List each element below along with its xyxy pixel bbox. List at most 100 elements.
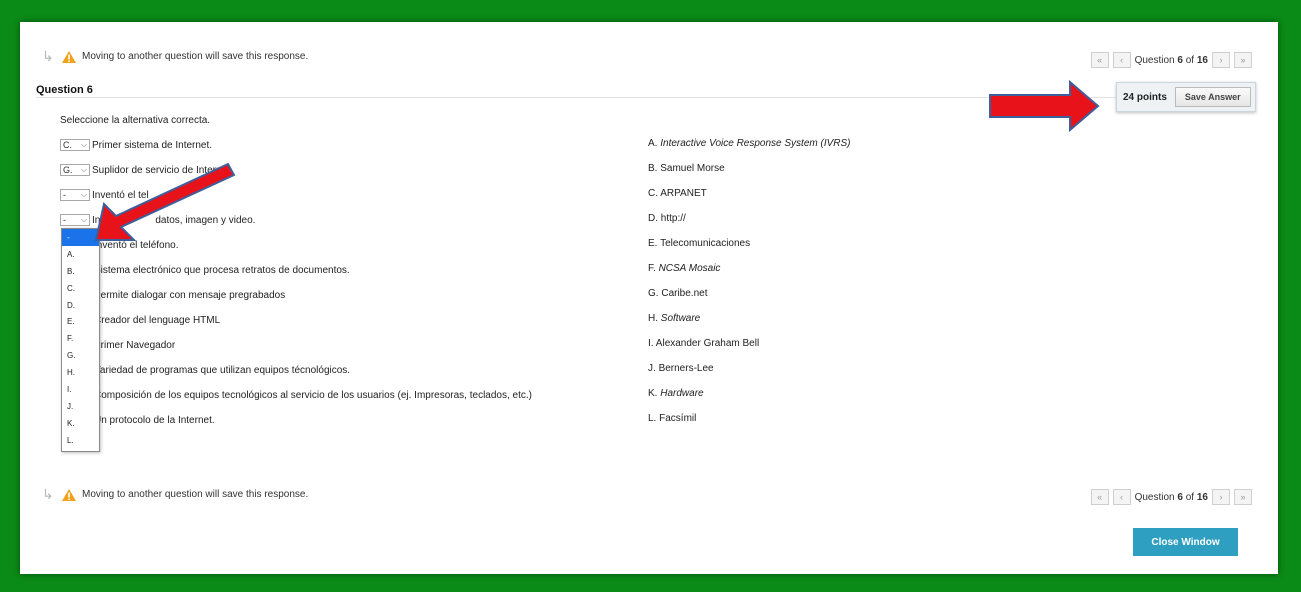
answer-row: L. Facsímil xyxy=(648,413,696,424)
points-label: 24 points xyxy=(1123,91,1167,103)
dropdown-option[interactable]: I. xyxy=(62,381,99,398)
answer-letter: K. xyxy=(648,388,658,399)
prev-question-button[interactable]: ‹ xyxy=(1112,52,1131,68)
prompt-row: - ⌵ Inventó el tel xyxy=(60,188,149,202)
answer-text: Software xyxy=(660,313,701,324)
answer-text: ARPANET xyxy=(660,188,707,199)
answer-text: Samuel Morse xyxy=(660,163,725,174)
warning-triangle-icon xyxy=(62,50,76,63)
answer-letter: A. xyxy=(648,138,658,149)
dropdown-option[interactable]: J. xyxy=(62,398,99,415)
match-select-dropdown[interactable]: - A. B. C. D. E. F. G. H. I. J. K. L. xyxy=(61,228,100,452)
answer-text: Telecomunicaciones xyxy=(660,238,751,249)
answer-text: Interactive Voice Response System (IVRS) xyxy=(660,138,851,149)
question-nav-bottom: « ‹ Question 6 of 16 › » xyxy=(1090,489,1252,505)
answer-row: G. Caribe.net xyxy=(648,288,707,299)
answer-letter: F. xyxy=(648,263,656,274)
dropdown-option[interactable]: C. xyxy=(62,280,99,297)
chevron-down-icon: ⌵ xyxy=(80,140,87,149)
question-counter: Question 6 of 16 xyxy=(1134,54,1208,66)
prev-question-button[interactable]: ‹ xyxy=(1112,489,1131,505)
last-question-button[interactable]: » xyxy=(1234,52,1252,68)
answer-letter: C. xyxy=(648,188,658,199)
close-window-button[interactable]: Close Window xyxy=(1133,528,1238,556)
select-value: - xyxy=(63,190,66,200)
prompt-text: Variedad de programas que utilizan equip… xyxy=(94,364,351,376)
question-nav-top: « ‹ Question 6 of 16 › » xyxy=(1090,52,1252,68)
prompt-row: Composición de los equipos tecnológicos … xyxy=(60,388,532,402)
dropdown-option[interactable]: D. xyxy=(62,297,99,314)
answer-text: NCSA Mosaic xyxy=(658,263,721,274)
prompt-text: Creador del lenguage HTML xyxy=(94,314,221,326)
question-instruction: Seleccione la alternativa correcta. xyxy=(60,115,211,126)
answer-row: J. Berners-Lee xyxy=(648,363,714,374)
answer-row: D. http:// xyxy=(648,213,686,224)
answer-text: Alexander Graham Bell xyxy=(655,338,760,349)
return-arrow-icon: ↳ xyxy=(42,486,54,502)
answer-letter: L. xyxy=(648,413,657,424)
notice-text: Moving to another question will save thi… xyxy=(82,489,309,500)
next-question-button[interactable]: › xyxy=(1212,489,1230,505)
match-select[interactable]: C. ⌵ xyxy=(60,139,90,151)
answer-letter: B. xyxy=(648,163,658,174)
prompt-text: Composición de los equipos tecnológicos … xyxy=(94,389,532,401)
prompt-text: Primer sistema de Internet. xyxy=(92,139,213,151)
prompt-text: Inc xyxy=(92,214,106,226)
dropdown-option[interactable]: G. xyxy=(62,347,99,364)
answer-row: B. Samuel Morse xyxy=(648,163,725,174)
prompt-row: C. ⌵ Primer sistema de Internet. xyxy=(60,138,212,152)
select-value: G. xyxy=(63,165,73,175)
dropdown-option[interactable]: K. xyxy=(62,415,99,432)
answer-letter: H. xyxy=(648,313,658,324)
divider xyxy=(36,97,1126,98)
answer-text: Hardware xyxy=(660,388,704,399)
answer-text: Berners-Lee xyxy=(658,363,714,374)
answer-text: Facsímil xyxy=(659,413,697,424)
answer-row: F. NCSA Mosaic xyxy=(648,263,720,274)
return-arrow-icon: ↳ xyxy=(42,48,54,64)
answer-row: K. Hardware xyxy=(648,388,704,399)
dropdown-option[interactable]: E. xyxy=(62,313,99,330)
match-select[interactable]: - ⌵ xyxy=(60,189,90,201)
dropdown-option[interactable]: H. xyxy=(62,364,99,381)
prompt-row: - ⌵ Inc datos, imagen y video. xyxy=(60,213,255,227)
answer-letter: I. xyxy=(648,338,654,349)
answer-letter: G. xyxy=(648,288,659,299)
dropdown-option[interactable]: B. xyxy=(62,263,99,280)
question-title: Question 6 xyxy=(36,84,93,96)
answer-row: E. Telecomunicaciones xyxy=(648,238,750,249)
dropdown-option[interactable]: L. xyxy=(62,432,99,449)
prompt-text: Inventó el teléfono. xyxy=(94,239,179,251)
match-select[interactable]: - ⌵ xyxy=(60,214,90,226)
answer-row: C. ARPANET xyxy=(648,188,707,199)
prompt-text: Un protocolo de la Internet. xyxy=(94,414,215,426)
prompt-text: Primer Navegador xyxy=(94,339,176,351)
answer-letter: D. xyxy=(648,213,658,224)
next-question-button[interactable]: › xyxy=(1212,52,1230,68)
chevron-down-icon: ⌵ xyxy=(80,190,87,199)
answer-letter: E. xyxy=(648,238,658,249)
answer-row: I. Alexander Graham Bell xyxy=(648,338,759,349)
warning-triangle-icon xyxy=(62,488,76,501)
save-notice-bottom: ↳ Moving to another question will save t… xyxy=(42,486,308,503)
first-question-button[interactable]: « xyxy=(1090,52,1109,68)
chevron-down-icon: ⌵ xyxy=(80,165,87,174)
last-question-button[interactable]: » xyxy=(1234,489,1252,505)
prompt-text: datos, imagen y video. xyxy=(155,214,256,226)
match-select[interactable]: G. ⌵ xyxy=(60,164,90,176)
dropdown-option[interactable]: - xyxy=(62,229,99,246)
dropdown-option[interactable]: F. xyxy=(62,330,99,347)
first-question-button[interactable]: « xyxy=(1090,489,1109,505)
save-answer-button[interactable]: Save Answer xyxy=(1174,87,1251,107)
prompt-text: Sistema electrónico que procesa retratos… xyxy=(94,264,350,276)
save-notice-top: ↳ Moving to another question will save t… xyxy=(42,48,308,65)
answer-text: http:// xyxy=(660,213,686,224)
select-value: C. xyxy=(63,140,72,150)
question-counter: Question 6 of 16 xyxy=(1134,491,1208,503)
prompt-text: Inventó el tel xyxy=(92,189,149,201)
test-window: ↳ Moving to another question will save t… xyxy=(20,22,1278,574)
dropdown-option[interactable]: A. xyxy=(62,246,99,263)
select-value: - xyxy=(63,215,66,225)
answer-row: A. Interactive Voice Response System (IV… xyxy=(648,138,851,149)
answer-letter: J. xyxy=(648,363,656,374)
